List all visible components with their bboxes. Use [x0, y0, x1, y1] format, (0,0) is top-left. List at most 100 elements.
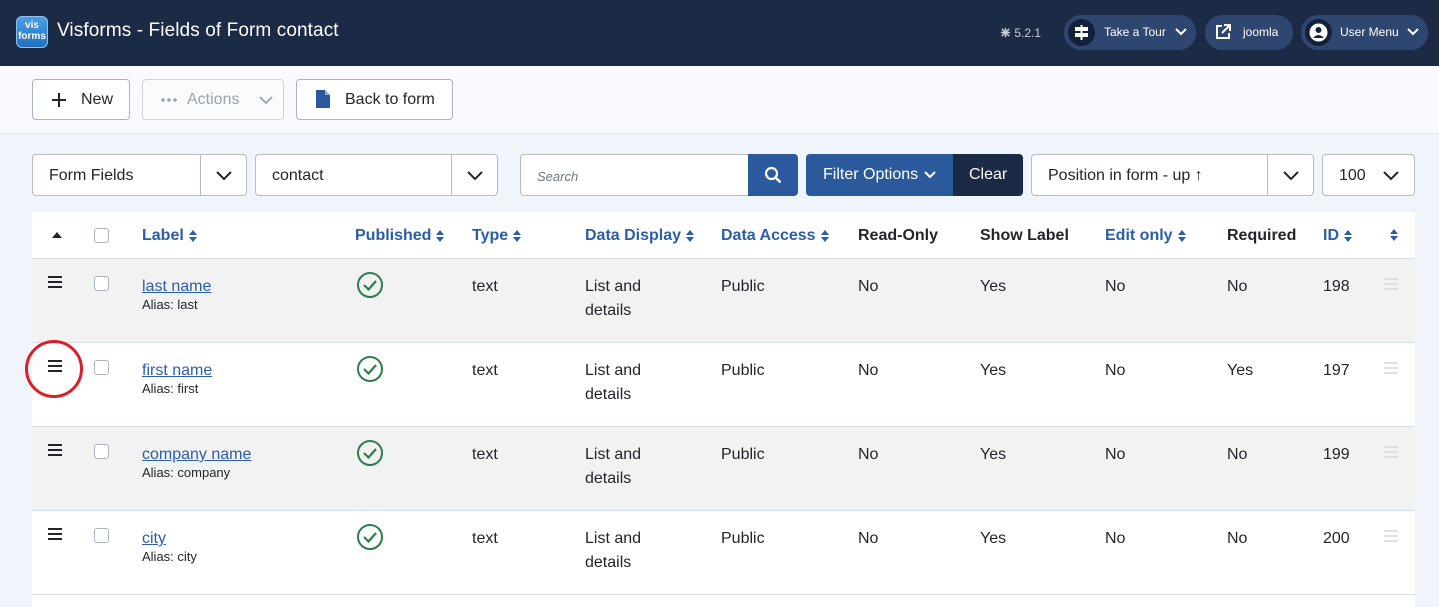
ordering-select[interactable]: Position in form - up ↑ — [1031, 154, 1314, 196]
th-published-text: Published — [355, 227, 432, 244]
published-check-icon[interactable] — [356, 271, 384, 299]
sort-icon — [686, 229, 695, 242]
published-check-icon[interactable] — [356, 355, 384, 383]
field-data-access: Public — [721, 530, 765, 547]
data-display-line1: List and — [585, 362, 642, 379]
th-required: Required — [1227, 227, 1297, 244]
back-to-form-button[interactable]: Back to form — [296, 79, 453, 120]
table-row: city Alias: city text List and details Pu… — [32, 511, 1415, 595]
field-id: 197 — [1323, 362, 1350, 379]
filter-options-label: Filter Options — [823, 166, 919, 183]
field-show-label: Yes — [980, 446, 1007, 463]
sort-icon — [1344, 229, 1352, 242]
reorder-grip-icon[interactable] — [1384, 530, 1398, 542]
field-read-only: No — [858, 278, 879, 295]
signpost-icon — [1068, 19, 1095, 46]
field-alias: Alias: last — [142, 297, 198, 312]
published-check-icon[interactable] — [356, 523, 384, 551]
field-id: 200 — [1323, 530, 1350, 547]
field-read-only: No — [858, 362, 879, 379]
data-display-line1: List and — [585, 446, 642, 463]
view-site-button[interactable]: joomla — [1205, 15, 1293, 50]
row-checkbox[interactable] — [94, 276, 109, 291]
chevron-down-icon — [1267, 155, 1313, 195]
top-header: vis forms Visforms - Fields of Form cont… — [0, 0, 1439, 66]
th-show-label: Show Label — [980, 227, 1069, 244]
fields-table: Label Published Type Data Display Data A… — [32, 212, 1415, 607]
view-select[interactable]: Form Fields — [32, 154, 247, 196]
th-data-access-text: Data Access — [721, 227, 816, 244]
drag-handle-icon[interactable] — [48, 444, 62, 456]
field-label-link[interactable]: city — [142, 530, 166, 547]
sort-icon[interactable] — [1389, 228, 1399, 242]
data-display-line1: List and — [585, 530, 642, 547]
chevron-down-icon — [451, 155, 497, 195]
field-type: text — [472, 278, 498, 295]
field-show-label: Yes — [980, 530, 1007, 547]
select-all-checkbox[interactable] — [94, 228, 109, 243]
field-type: text — [472, 530, 498, 547]
actions-label: Actions — [187, 91, 240, 108]
row-checkbox[interactable] — [94, 528, 109, 543]
th-edit-only-text: Edit only — [1105, 227, 1173, 244]
th-edit-only[interactable]: Edit only — [1105, 227, 1187, 245]
chevron-down-icon — [1175, 28, 1187, 36]
ellipsis-icon — [161, 98, 177, 102]
clear-button[interactable]: Clear — [953, 154, 1023, 196]
field-label-link[interactable]: last name — [142, 278, 211, 295]
field-alias: Alias: first — [142, 381, 199, 396]
field-label-link[interactable]: company name — [142, 446, 251, 463]
field-required: Yes — [1227, 362, 1254, 379]
th-data-access[interactable]: Data Access — [721, 227, 830, 245]
page-title: Visforms - Fields of Form contact — [57, 20, 339, 41]
published-check-icon[interactable] — [356, 439, 384, 467]
th-type[interactable]: Type — [472, 227, 522, 245]
search-input[interactable]: Search — [520, 154, 749, 196]
form-select[interactable]: contact — [255, 154, 498, 196]
th-id[interactable]: ID — [1323, 227, 1353, 245]
clear-label: Clear — [969, 166, 1008, 183]
field-required: No — [1227, 446, 1248, 463]
field-edit-only: No — [1105, 278, 1126, 295]
ordering-sort-icon[interactable] — [51, 230, 63, 239]
external-link-icon — [1216, 24, 1231, 39]
list-limit-select[interactable]: 100 — [1322, 154, 1415, 196]
table-row: last name Alias: last text List and detai… — [32, 259, 1415, 343]
field-data-access: Public — [721, 362, 765, 379]
table-row: company name Alias: company text List an… — [32, 427, 1415, 511]
reorder-grip-icon[interactable] — [1384, 362, 1398, 374]
row-checkbox[interactable] — [94, 444, 109, 459]
th-label[interactable]: Label — [142, 227, 198, 245]
drag-handle-icon[interactable] — [48, 528, 62, 540]
drag-handle-icon[interactable] — [48, 276, 62, 288]
search-button[interactable] — [748, 154, 798, 196]
th-data-display[interactable]: Data Display — [585, 227, 695, 245]
field-data-access: Public — [721, 278, 765, 295]
take-tour-label: Take a Tour — [1104, 25, 1166, 39]
take-tour-button[interactable]: Take a Tour — [1064, 15, 1196, 50]
filter-options-button[interactable]: Filter Options — [806, 154, 954, 196]
chevron-down-icon — [924, 171, 936, 179]
th-published[interactable]: Published — [355, 227, 445, 245]
reorder-grip-icon[interactable] — [1384, 446, 1398, 458]
field-required: No — [1227, 530, 1248, 547]
field-alias: Alias: company — [142, 465, 231, 480]
field-label-link[interactable]: first name — [142, 362, 212, 379]
joomla-icon — [1000, 27, 1011, 38]
sort-icon — [513, 229, 522, 242]
version-text: 5.2.1 — [1014, 26, 1042, 40]
field-required: No — [1227, 278, 1248, 295]
data-display-line2: details — [585, 386, 632, 403]
data-display-line2: details — [585, 302, 632, 319]
user-menu-button[interactable]: User Menu — [1301, 15, 1428, 50]
th-data-display-text: Data Display — [585, 227, 682, 244]
field-alias: Alias: city — [142, 549, 197, 564]
row-checkbox[interactable] — [94, 360, 109, 375]
reorder-grip-icon[interactable] — [1384, 278, 1398, 290]
new-button[interactable]: New — [32, 79, 130, 120]
sort-icon — [436, 229, 445, 242]
user-icon — [1305, 19, 1332, 46]
sort-icon — [188, 229, 197, 242]
data-display-line2: details — [585, 554, 632, 571]
actions-button[interactable]: Actions — [142, 79, 284, 120]
